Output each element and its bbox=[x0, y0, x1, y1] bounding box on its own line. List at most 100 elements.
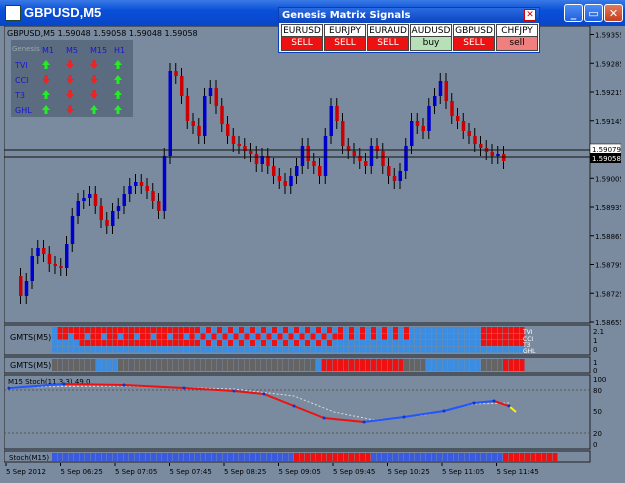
gmts1-cell bbox=[178, 340, 184, 346]
candle-body bbox=[53, 264, 57, 266]
stoch2-cell bbox=[266, 453, 272, 461]
time-tick-label: 5 Sep 10:25 bbox=[388, 468, 430, 476]
gmts1-cell bbox=[90, 340, 96, 346]
gmts2-cell bbox=[74, 359, 79, 371]
gmts1-cell bbox=[107, 327, 112, 333]
price-label-2: 1.59058 bbox=[592, 155, 621, 163]
gmts2-cell bbox=[470, 359, 475, 371]
gmts2-cell bbox=[448, 359, 453, 371]
candle-body bbox=[99, 206, 103, 220]
gmts1-cell bbox=[277, 340, 283, 346]
gmts1-cell bbox=[481, 327, 486, 333]
candle-body bbox=[335, 106, 339, 121]
stoch2-cell bbox=[294, 453, 299, 461]
gmts1-cell bbox=[123, 340, 129, 346]
gmts2-cell bbox=[167, 359, 173, 371]
stoch-axis-20: 20 bbox=[593, 430, 602, 438]
close-button[interactable]: ✕ bbox=[604, 4, 623, 22]
signal-column-audusd: AUDUSD buy bbox=[410, 24, 452, 52]
gmts1-cell bbox=[387, 340, 393, 346]
stoch2-cell bbox=[431, 453, 437, 461]
signals-window-title[interactable]: Genesis Matrix Signals bbox=[279, 8, 539, 23]
gmts1-cell bbox=[211, 327, 217, 333]
price-tick-label: 1.59145 bbox=[595, 118, 621, 126]
candle-body bbox=[467, 131, 471, 136]
gmts1-cell bbox=[283, 327, 288, 333]
gmts1-cell bbox=[409, 340, 415, 346]
gmts2-cell bbox=[189, 359, 195, 371]
gmts2-cell bbox=[464, 359, 470, 371]
chart-area[interactable]: GBPUSD,M5 1.59048 1.59058 1.59048 1.5905… bbox=[3, 25, 624, 479]
candle-body bbox=[427, 106, 431, 131]
stoch2-cell bbox=[327, 453, 332, 461]
gmts2-cell bbox=[233, 359, 239, 371]
restore-button[interactable]: ▭ bbox=[584, 4, 603, 22]
candle-body bbox=[70, 216, 75, 244]
stoch2-cell bbox=[486, 453, 492, 461]
time-axis: 5 Sep 2012 5 Sep 06:25 5 Sep 07:05 5 Sep 07… bbox=[5, 463, 539, 476]
gmts2-cell bbox=[250, 359, 255, 371]
gmts1-cell bbox=[503, 346, 508, 353]
candle-body bbox=[237, 144, 241, 146]
gmts1-cell bbox=[305, 340, 310, 346]
candle-body bbox=[473, 136, 477, 144]
candle-body bbox=[438, 81, 443, 96]
gmts1-cell bbox=[140, 346, 145, 353]
gmts2-cell bbox=[79, 359, 85, 371]
gmts1-cell bbox=[52, 340, 57, 346]
gmts2-cell bbox=[299, 359, 305, 371]
gmts1-row-ghl: GHL bbox=[523, 348, 536, 355]
stoch2-cell bbox=[338, 453, 343, 461]
gmts1-cell bbox=[68, 333, 74, 340]
chart-svg[interactable]: GBPUSD,M5 1.59048 1.59058 1.59048 1.5905… bbox=[3, 25, 624, 479]
stoch2-cell bbox=[173, 453, 178, 461]
gmts1-cell bbox=[63, 346, 68, 353]
gmts1-cell bbox=[398, 327, 404, 333]
gmts1-cell bbox=[453, 327, 459, 333]
stoch2-cell bbox=[354, 453, 360, 461]
gmts1-cell bbox=[376, 346, 382, 353]
gmts1-cell bbox=[90, 327, 96, 333]
gmts2-cell bbox=[453, 359, 459, 371]
stoch2-cell bbox=[376, 453, 382, 461]
gmts1-cell bbox=[387, 346, 393, 353]
gmts1-cell bbox=[354, 340, 360, 346]
gmts1-cell bbox=[294, 346, 299, 353]
gmts1-cell bbox=[189, 333, 195, 340]
gmts2-cell bbox=[409, 359, 415, 371]
gmts1-cell bbox=[184, 346, 189, 353]
stoch-point bbox=[232, 389, 236, 393]
gmts2-cell bbox=[481, 359, 486, 371]
gmts1-cell bbox=[508, 346, 514, 353]
gmts1-cell bbox=[156, 346, 162, 353]
gmts1-cell bbox=[321, 327, 327, 333]
gmts1-cell bbox=[162, 346, 167, 353]
minimize-button[interactable]: _ bbox=[564, 4, 583, 22]
candle-body bbox=[208, 88, 213, 96]
stoch-point bbox=[7, 386, 11, 390]
candle-body bbox=[168, 71, 172, 156]
gmts1-cell bbox=[354, 327, 360, 333]
time-tick-label: 5 Sep 08:25 bbox=[224, 468, 266, 476]
genesis-panel: Genesis M1 M5 M15 H1 TVI CCI T3 GHL bbox=[11, 40, 133, 117]
signals-close-button[interactable]: ✕ bbox=[524, 9, 536, 21]
candle-body bbox=[162, 156, 167, 211]
gmts2-cell bbox=[316, 359, 321, 371]
signals-window[interactable]: Genesis Matrix Signals ✕ EURUSD SELL EURJP… bbox=[278, 7, 540, 53]
signal-pair-label: EURJPY bbox=[324, 24, 366, 37]
gmts1-cell bbox=[338, 346, 343, 353]
gmts1-cell bbox=[453, 340, 459, 346]
gmts1-cell bbox=[239, 346, 244, 353]
gmts1-cell bbox=[343, 327, 349, 333]
stoch2-cell bbox=[250, 453, 255, 461]
gmts1-cell bbox=[316, 340, 321, 346]
stoch2-cell bbox=[140, 453, 145, 461]
gmts1-cell bbox=[365, 346, 371, 353]
gmts2-cell bbox=[57, 359, 63, 371]
gmts1-cell bbox=[277, 346, 283, 353]
gmts1-cell bbox=[338, 333, 343, 340]
gmts1-cell bbox=[371, 340, 376, 346]
gmts1-cell bbox=[250, 340, 255, 346]
stoch2-cell bbox=[167, 453, 173, 461]
stoch2-cell bbox=[288, 453, 294, 461]
